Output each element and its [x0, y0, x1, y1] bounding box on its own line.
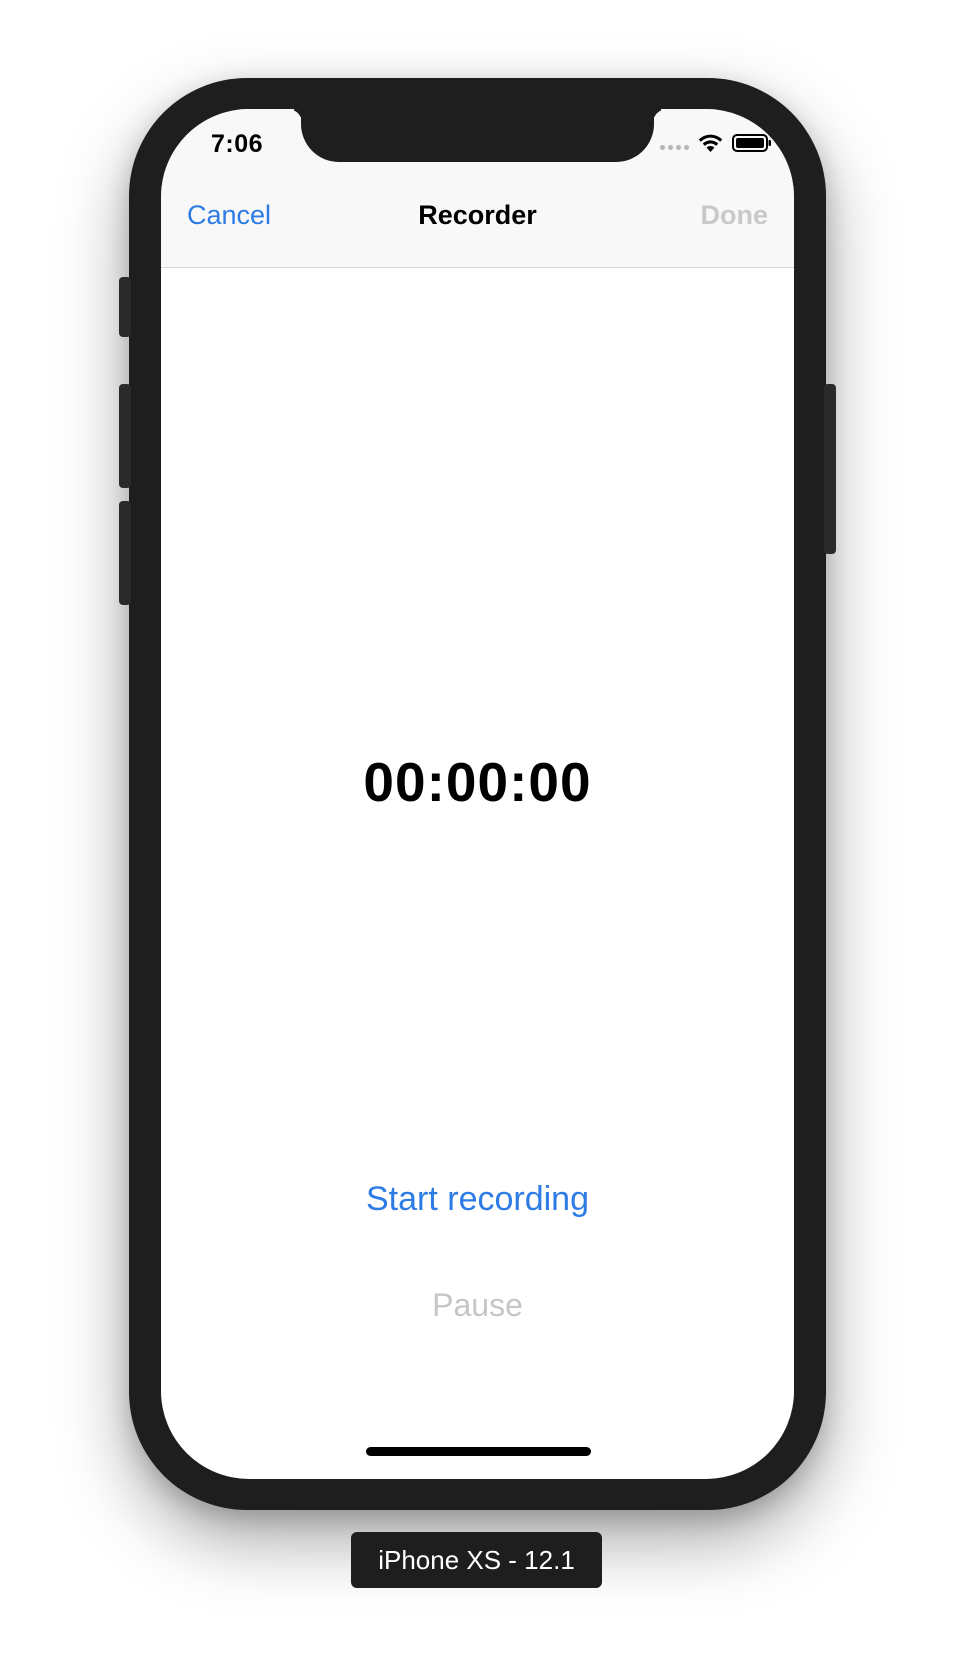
- status-time: 7:06: [211, 130, 264, 158]
- device-frame: 7:06 Cancel Recorder Done 00:00:00 Start…: [119, 78, 836, 1510]
- notch: [301, 109, 654, 162]
- power-button: [824, 384, 836, 554]
- battery-icon: [732, 133, 772, 153]
- status-indicators: [660, 133, 772, 153]
- page-title: Recorder: [418, 200, 537, 230]
- start-recording-button[interactable]: Start recording: [161, 1180, 794, 1219]
- silent-switch: [119, 277, 131, 337]
- recording-timer: 00:00:00: [363, 751, 592, 813]
- navigation-header: 7:06 Cancel Recorder Done: [161, 109, 794, 268]
- device-screen: 7:06 Cancel Recorder Done 00:00:00 Start…: [161, 109, 794, 1479]
- done-button[interactable]: Done: [701, 200, 769, 231]
- wifi-icon: [697, 133, 724, 153]
- simulator-device-label: iPhone XS - 12.1: [351, 1532, 602, 1588]
- home-indicator[interactable]: [366, 1447, 591, 1456]
- volume-down-button: [119, 501, 131, 605]
- volume-up-button: [119, 384, 131, 488]
- pause-button[interactable]: Pause: [161, 1287, 794, 1324]
- cellular-signal-icon: [660, 136, 689, 150]
